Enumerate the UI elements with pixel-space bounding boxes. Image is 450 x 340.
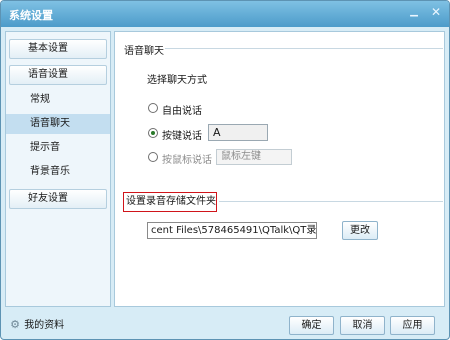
settings-sidebar: 基本设置 语音设置 常规 语音聊天 提示音 背景音乐 好友设置 bbox=[5, 31, 111, 307]
key-talk-radio[interactable] bbox=[148, 128, 158, 138]
mouse-talk-label: 按鼠标说话 bbox=[162, 155, 212, 166]
record-folder-title: 设置录音存储文件夹 bbox=[123, 192, 217, 212]
record-folder-divider bbox=[219, 201, 443, 202]
sidebar-item-background-music[interactable]: 背景音乐 bbox=[6, 162, 110, 182]
key-talk-label: 按键说话 bbox=[162, 131, 202, 142]
apply-button[interactable]: 应用 bbox=[390, 316, 435, 335]
mouse-button-input[interactable]: 鼠标左键 bbox=[216, 149, 292, 165]
my-profile-link[interactable]: ⚙ 我的资料 bbox=[9, 317, 64, 333]
minimize-icon[interactable]: ▁ bbox=[406, 4, 422, 20]
sidebar-item-voice-chat[interactable]: 语音聊天 bbox=[6, 114, 110, 134]
free-talk-radio[interactable] bbox=[148, 103, 158, 113]
section-divider bbox=[165, 48, 443, 49]
chat-mode-title: 选择聊天方式 bbox=[147, 75, 207, 86]
section-title: 语音聊天 bbox=[124, 46, 164, 57]
sidebar-item-notification-sound[interactable]: 提示音 bbox=[6, 138, 110, 158]
my-profile-label: 我的资料 bbox=[24, 320, 65, 331]
ok-button[interactable]: 确定 bbox=[289, 316, 334, 335]
cancel-button[interactable]: 取消 bbox=[340, 316, 385, 335]
window-title: 系统设置 bbox=[9, 9, 53, 22]
mouse-talk-radio[interactable] bbox=[148, 152, 158, 162]
close-icon[interactable]: ✕ bbox=[428, 4, 444, 20]
free-talk-label: 自由说话 bbox=[162, 106, 202, 117]
change-folder-button[interactable]: 更改 bbox=[342, 221, 378, 240]
title-bar[interactable]: 系统设置 ▁ ✕ bbox=[1, 1, 449, 27]
record-folder-path-field[interactable]: cent Files\578465491\QTalk\QT录音 bbox=[147, 222, 317, 239]
sidebar-item-general[interactable]: 常规 bbox=[6, 90, 110, 110]
sidebar-group-basic[interactable]: 基本设置 bbox=[9, 39, 107, 59]
sidebar-group-friends[interactable]: 好友设置 bbox=[9, 189, 107, 209]
voice-chat-panel: 语音聊天 选择聊天方式 自由说话 按键说话 A 按鼠标说话 鼠标左键 设置录音存… bbox=[114, 31, 445, 307]
sidebar-group-voice[interactable]: 语音设置 bbox=[9, 65, 107, 85]
settings-window: 系统设置 ▁ ✕ 基本设置 语音设置 常规 语音聊天 提示音 背景音乐 好友设置… bbox=[0, 0, 450, 340]
hotkey-input[interactable]: A bbox=[208, 124, 268, 141]
gear-icon: ⚙ bbox=[10, 318, 20, 331]
